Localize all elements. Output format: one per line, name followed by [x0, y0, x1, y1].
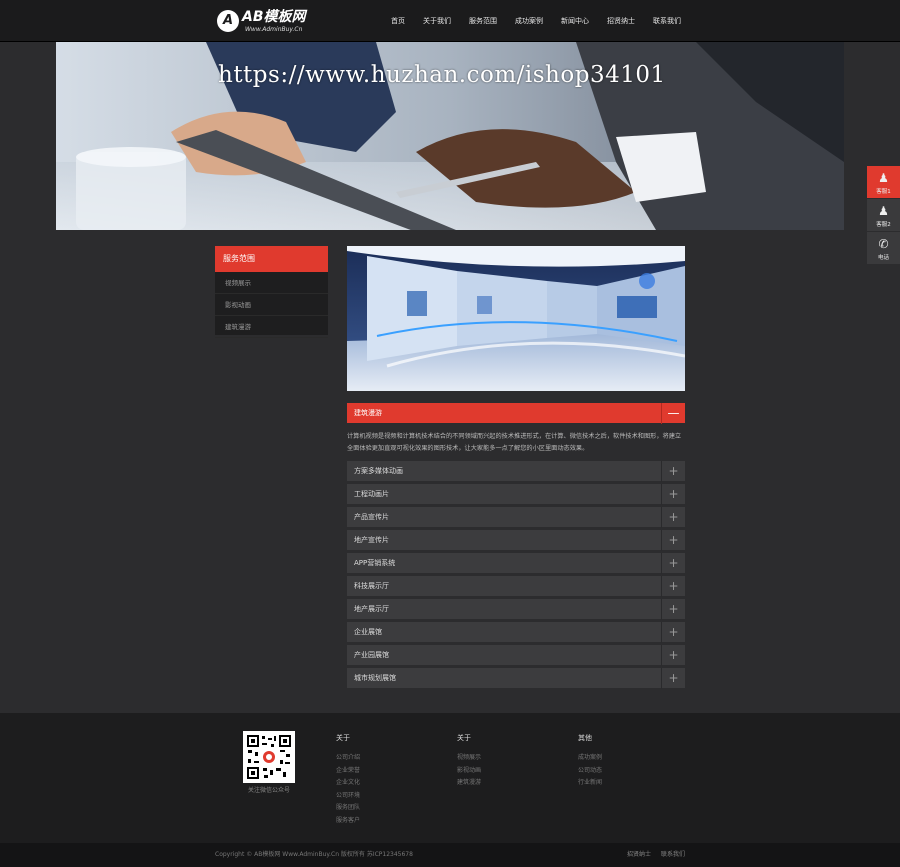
copyright-text: Copyright © AB模板网 Www.AdminBuy.Cn 版权所有 苏… [215, 851, 413, 858]
accordion-item-tech-hall[interactable]: 科技展示厅 + [347, 576, 685, 597]
footer-link[interactable]: 影视动画 [457, 765, 481, 778]
accordion-label: APP营销系统 [354, 559, 396, 567]
main-nav: 首页 关于我们 服务范围 成功案例 新闻中心 招贤纳士 联系我们 [382, 0, 690, 42]
nav-jobs[interactable]: 招贤纳士 [598, 0, 644, 42]
accordion-label: 方案多媒体动画 [354, 467, 403, 475]
top-header: A AB模板网 Www.AdminBuy.Cn 首页 关于我们 服务范围 成功案… [0, 0, 900, 42]
footer-link[interactable]: 成功案例 [578, 752, 602, 765]
footer-link[interactable]: 建筑漫游 [457, 777, 481, 790]
footer-link[interactable]: 行业新闻 [578, 777, 602, 790]
nav-about[interactable]: 关于我们 [414, 0, 460, 42]
float-phone[interactable]: ✆ 电话 [867, 232, 900, 265]
float-service-2[interactable]: ♟ 客服2 [867, 199, 900, 232]
expand-icon[interactable]: + [661, 484, 685, 505]
nav-cases[interactable]: 成功案例 [506, 0, 552, 42]
sidebar-item-video[interactable]: 视频展示 [215, 272, 328, 294]
footer-column-services: 关于 视频展示 影视动画 建筑漫游 [457, 733, 481, 790]
accordion-item-architecture-roaming[interactable]: 建筑漫游 — [347, 403, 685, 424]
expand-icon[interactable]: + [661, 576, 685, 597]
qr-code-image [246, 734, 292, 780]
banner-watermark: https://www.huzhan.com/ishop34101 [218, 62, 666, 88]
accordion-label: 工程动画片 [354, 490, 389, 498]
sidebar-title: 服务范围 [215, 246, 328, 272]
accordion-label: 企业展馆 [354, 628, 382, 636]
copyright-bar: Copyright © AB模板网 Www.AdminBuy.Cn 版权所有 苏… [0, 843, 900, 867]
expand-icon[interactable]: + [661, 668, 685, 689]
footer-link[interactable]: 视频展示 [457, 752, 481, 765]
expand-icon[interactable]: + [661, 553, 685, 574]
nav-home[interactable]: 首页 [382, 0, 414, 42]
accordion-item-realestate-video[interactable]: 地产宣传片 + [347, 530, 685, 551]
accordion-item-realestate-hall[interactable]: 地产展示厅 + [347, 599, 685, 620]
logo-text: AB模板网 [242, 9, 306, 25]
footer-link[interactable]: 服务团队 [336, 802, 360, 815]
qr-code [243, 731, 295, 783]
nav-contact[interactable]: 联系我们 [644, 0, 690, 42]
collapse-icon[interactable]: — [661, 403, 685, 424]
service-sidebar: 服务范围 视频展示 影视动画 建筑漫游 [215, 246, 328, 338]
expand-icon[interactable]: + [661, 530, 685, 551]
footer-column-title: 关于 [457, 734, 471, 742]
accordion-label: 产品宣传片 [354, 513, 389, 521]
float-label: 电话 [877, 255, 889, 261]
phone-icon: ✆ [878, 237, 889, 251]
accordion-label: 地产宣传片 [354, 536, 389, 544]
footer-column-about: 关于 公司介绍 企业荣誉 企业文化 公司环境 服务团队 服务客户 [336, 733, 360, 828]
bottom-link-contact[interactable]: 联系我们 [661, 851, 685, 858]
sidebar-item-roaming[interactable]: 建筑漫游 [215, 316, 328, 338]
footer-column-title: 关于 [336, 734, 350, 742]
copyright-links: 招贤纳士 联系我们 [627, 843, 693, 867]
accordion-item-product-video[interactable]: 产品宣传片 + [347, 507, 685, 528]
bottom-link-jobs[interactable]: 招贤纳士 [627, 851, 651, 858]
accordion-description: 计算机视频是视频和计算机技术结合的不同领域而兴起的技术推进形式，在计算、微信技术… [347, 433, 682, 452]
site-footer: 关注微信公众号 关于 公司介绍 企业荣誉 企业文化 公司环境 服务团队 服务客户… [0, 713, 900, 843]
logo-subtitle: Www.AdminBuy.Cn [245, 26, 303, 33]
accordion-label: 建筑漫游 [354, 409, 382, 417]
footer-column-other: 其他 成功案例 公司动态 行业新闻 [578, 733, 602, 790]
footer-link[interactable]: 公司动态 [578, 765, 602, 778]
accordion-item-multimedia[interactable]: 方案多媒体动画 + [347, 461, 685, 482]
footer-link[interactable]: 公司环境 [336, 790, 360, 803]
footer-link[interactable]: 企业文化 [336, 777, 360, 790]
qr-caption: 关注微信公众号 [247, 787, 290, 794]
sidebar-item-animation[interactable]: 影视动画 [215, 294, 328, 316]
accordion-item-engineering[interactable]: 工程动画片 + [347, 484, 685, 505]
accordion-label: 城市规划展馆 [354, 674, 396, 682]
accordion-item-urban-planning[interactable]: 城市规划展馆 + [347, 668, 685, 689]
showroom-image [347, 246, 685, 391]
accordion-label: 地产展示厅 [354, 605, 389, 613]
footer-link[interactable]: 服务客户 [336, 815, 360, 828]
accordion-label: 产业园展馆 [354, 651, 389, 659]
site-logo[interactable]: A AB模板网 Www.AdminBuy.Cn [217, 8, 317, 36]
float-service-1[interactable]: ♟ 客服1 [867, 166, 900, 199]
float-label: 客服2 [876, 222, 891, 228]
floating-contact-bar: ♟ 客服1 ♟ 客服2 ✆ 电话 [867, 166, 900, 265]
qq-icon: ♟ [878, 204, 889, 218]
accordion-item-industrial-park[interactable]: 产业园展馆 + [347, 645, 685, 666]
logo-mark: A [217, 10, 239, 32]
footer-column-title: 其他 [578, 734, 592, 742]
accordion-item-enterprise-hall[interactable]: 企业展馆 + [347, 622, 685, 643]
expand-icon[interactable]: + [661, 599, 685, 620]
expand-icon[interactable]: + [661, 645, 685, 666]
expand-icon[interactable]: + [661, 507, 685, 528]
footer-link[interactable]: 企业荣誉 [336, 765, 360, 778]
footer-link[interactable]: 公司介绍 [336, 752, 360, 765]
accordion-label: 科技展示厅 [354, 582, 389, 590]
expand-icon[interactable]: + [661, 461, 685, 482]
float-label: 客服1 [876, 189, 891, 195]
qq-icon: ♟ [878, 171, 889, 185]
accordion-item-app-marketing[interactable]: APP营销系统 + [347, 553, 685, 574]
nav-news[interactable]: 新闻中心 [552, 0, 598, 42]
expand-icon[interactable]: + [661, 622, 685, 643]
hero-banner: https://www.huzhan.com/ishop34101 [56, 42, 844, 230]
nav-services[interactable]: 服务范围 [460, 0, 506, 42]
